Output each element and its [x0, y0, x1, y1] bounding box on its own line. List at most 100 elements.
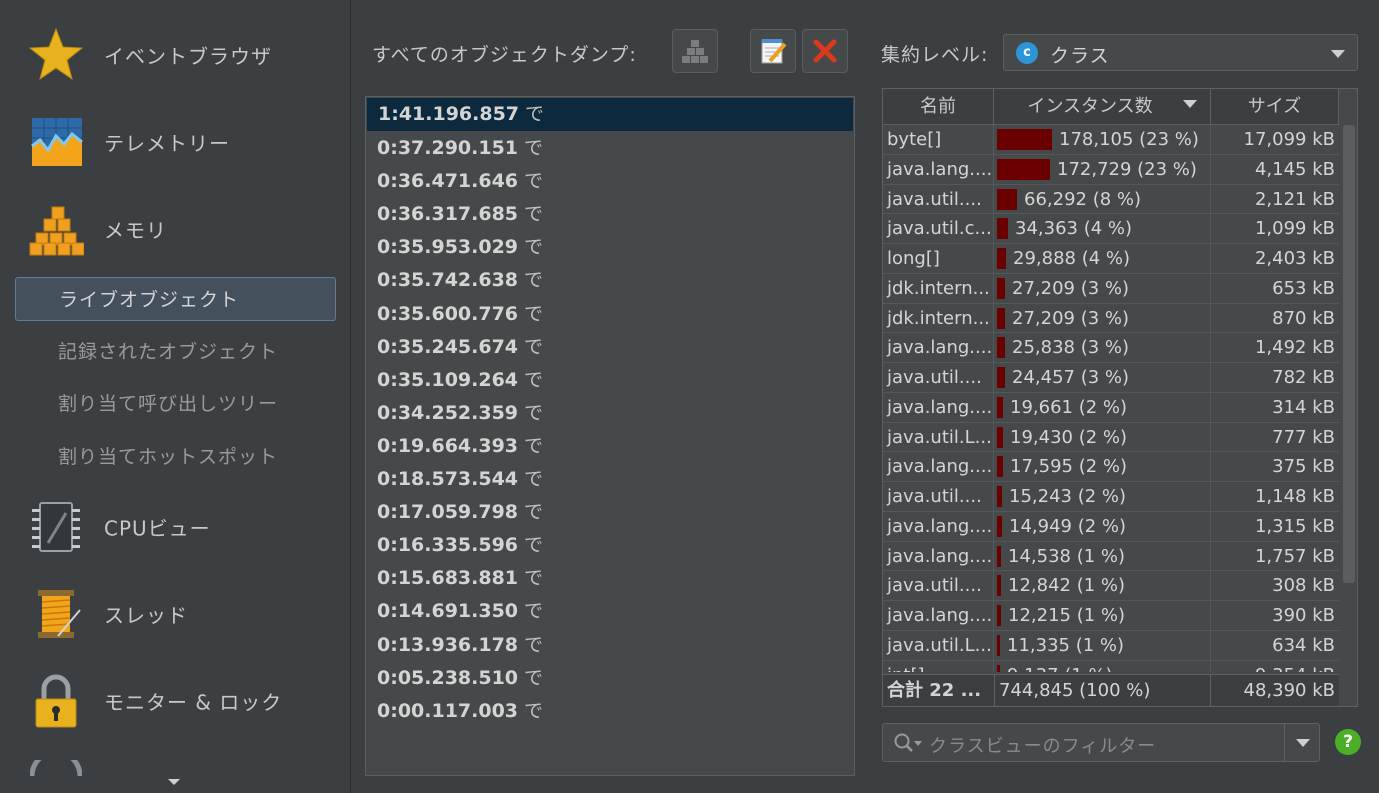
- table-row[interactable]: jdk.intern... 27,209 (3 %) 870 kB: [883, 303, 1339, 334]
- dump-list-item[interactable]: 0:35.600.776 で: [366, 298, 854, 331]
- table-body[interactable]: byte[] 178,105 (23 %) 17,099 kB java.lang..…: [883, 125, 1339, 672]
- class-name-cell: java.lang....: [883, 452, 994, 481]
- dump-list-item[interactable]: 0:35.109.264 で: [366, 364, 854, 397]
- instance-count-cell: 15,243 (2 %): [994, 482, 1211, 511]
- dump-time: 0:14.691.350: [377, 600, 519, 623]
- dump-list-item[interactable]: 1:41.196.857 で: [367, 98, 853, 132]
- scrollbar-thumb[interactable]: [1343, 125, 1355, 583]
- dump-time: 0:13.936.178: [377, 633, 519, 656]
- vertical-scrollbar[interactable]: [1341, 125, 1357, 672]
- table-row[interactable]: java.lang.... 12,215 (1 %) 390 kB: [883, 601, 1339, 631]
- dump-objects-button[interactable]: [672, 29, 718, 73]
- instance-percentage-bar: [997, 218, 1008, 240]
- dump-time: 0:36.471.646: [377, 170, 519, 193]
- sidebar-subitem-allocation-hotspots[interactable]: 割り当てホットスポット: [15, 435, 336, 479]
- instance-count-text: 17,595 (2 %): [1010, 456, 1128, 478]
- instance-percentage-bar: [997, 396, 1003, 418]
- instance-count-cell: 19,661 (2 %): [994, 392, 1211, 422]
- dump-list-item[interactable]: 0:13.936.178 で: [366, 629, 854, 662]
- column-header-size[interactable]: サイズ: [1211, 89, 1339, 125]
- dump-list-item[interactable]: 0:19.664.393 で: [366, 430, 854, 463]
- dump-list-item[interactable]: 0:14.691.350 で: [366, 595, 854, 628]
- dump-time: 0:35.600.776: [377, 302, 519, 325]
- table-row[interactable]: java.util.L... 19,430 (2 %) 777 kB: [883, 422, 1339, 453]
- dump-list-item[interactable]: 0:05.238.510 で: [366, 662, 854, 695]
- instance-count-text: 9,137 (1 %): [1007, 661, 1113, 673]
- dump-list-item[interactable]: 0:35.953.029 で: [366, 231, 854, 264]
- instance-percentage-bar: [997, 486, 1002, 507]
- sidebar-item-threads[interactable]: スレッド: [0, 574, 350, 654]
- instance-percentage-bar: [997, 426, 1003, 448]
- class-name-cell: long[]: [883, 244, 994, 273]
- dump-suffix: で: [524, 534, 544, 557]
- filter-options-dropdown[interactable]: [1284, 724, 1319, 761]
- table-row[interactable]: java.util.L... 11,335 (1 %) 634 kB: [883, 630, 1339, 661]
- sidebar-scroll-down-icon[interactable]: [168, 779, 180, 785]
- dump-time: 0:00.117.003: [377, 699, 519, 722]
- sidebar-item-event-browser[interactable]: イベントブラウザ: [0, 15, 350, 95]
- instance-percentage-bar: [997, 337, 1005, 359]
- sidebar-item-cpu-views[interactable]: CPUビュー: [0, 487, 350, 567]
- sidebar-item-memory[interactable]: メモリ: [0, 189, 350, 269]
- sidebar-subitem-recorded-objects[interactable]: 記録されたオブジェクト: [15, 330, 336, 374]
- table-row[interactable]: java.lang.... 19,661 (2 %) 314 kB: [883, 392, 1339, 423]
- table-row[interactable]: java.util.... 24,457 (3 %) 782 kB: [883, 363, 1339, 393]
- sidebar-item-monitors-locks[interactable]: モニター & ロック: [0, 661, 350, 741]
- sidebar-subitem-allocation-call-tree[interactable]: 割り当て呼び出しツリー: [15, 382, 336, 426]
- sidebar-subitem-live-objects[interactable]: ライブオブジェクト: [15, 277, 336, 321]
- delete-dump-button[interactable]: [802, 29, 848, 73]
- dump-time: 0:35.742.638: [377, 269, 519, 292]
- instance-count-cell: 12,215 (1 %): [994, 601, 1211, 630]
- table-row[interactable]: java.lang.... 172,729 (23 %) 4,145 kB: [883, 154, 1339, 185]
- class-name-cell: java.util.c...: [883, 214, 994, 243]
- table-row[interactable]: byte[] 178,105 (23 %) 17,099 kB: [883, 125, 1339, 155]
- dump-list-item[interactable]: 0:00.117.003 で: [366, 695, 854, 728]
- class-table: 名前 インスタンス数 サイズ byte[] 178,105 (23 %) 17,09…: [882, 88, 1358, 707]
- dump-suffix: で: [524, 335, 544, 358]
- dump-suffix: で: [524, 236, 544, 259]
- class-view-filter[interactable]: クラスビューのフィルター: [882, 723, 1320, 762]
- dump-list-item[interactable]: 0:17.059.798 で: [366, 496, 854, 529]
- table-row[interactable]: java.lang.... 14,538 (1 %) 1,757 kB: [883, 541, 1339, 572]
- table-row[interactable]: int[] 9,137 (1 %) 9,354 kB: [883, 660, 1339, 673]
- instance-percentage-bar: [997, 277, 1005, 299]
- table-row[interactable]: long[] 29,888 (4 %) 2,403 kB: [883, 244, 1339, 274]
- size-cell: 870 kB: [1272, 307, 1335, 329]
- table-row[interactable]: java.lang.... 14,949 (2 %) 1,315 kB: [883, 511, 1339, 542]
- dump-suffix: で: [524, 468, 544, 491]
- instance-percentage-bar: [997, 515, 1002, 537]
- dump-time: 0:17.059.798: [377, 501, 519, 524]
- instance-count-text: 34,363 (4 %): [1015, 218, 1133, 240]
- dump-list-item[interactable]: 0:18.573.544 で: [366, 463, 854, 496]
- column-header-name[interactable]: 名前: [883, 89, 994, 125]
- instance-count-text: 172,729 (23 %): [1057, 158, 1197, 180]
- dump-list-item[interactable]: 0:35.742.638 で: [366, 264, 854, 297]
- edit-dump-button[interactable]: [750, 29, 796, 73]
- dump-list-item[interactable]: 0:16.335.596 で: [366, 529, 854, 562]
- sidebar-item-telemetry[interactable]: テレメトリー: [0, 102, 350, 182]
- size-cell: 375 kB: [1272, 456, 1335, 478]
- table-row[interactable]: java.util.... 12,842 (1 %) 308 kB: [883, 571, 1339, 601]
- table-row[interactable]: java.lang.... 25,838 (3 %) 1,492 kB: [883, 333, 1339, 363]
- dump-suffix: で: [524, 434, 544, 457]
- class-name-cell: java.util....: [883, 571, 994, 600]
- dump-list-item[interactable]: 0:37.290.151 で: [366, 132, 854, 165]
- help-icon[interactable]: ?: [1335, 729, 1361, 755]
- dump-list-item[interactable]: 0:36.317.685 で: [366, 198, 854, 231]
- column-header-instances[interactable]: インスタンス数: [994, 89, 1211, 125]
- instance-count-text: 27,209 (3 %): [1012, 277, 1130, 299]
- dump-list-item[interactable]: 0:34.252.359 で: [366, 397, 854, 430]
- table-row[interactable]: java.util.... 66,292 (8 %) 2,121 kB: [883, 184, 1339, 215]
- aggregation-level-select[interactable]: c クラス: [1003, 34, 1358, 71]
- size-cell: 777 kB: [1272, 426, 1335, 448]
- table-row[interactable]: java.lang.... 17,595 (2 %) 375 kB: [883, 452, 1339, 482]
- table-row[interactable]: jdk.intern... 27,209 (3 %) 653 kB: [883, 273, 1339, 304]
- dump-list[interactable]: 1:41.196.857 で 0:37.290.151 で 0:36.471.646 で 0…: [365, 96, 855, 776]
- dump-list-item[interactable]: 0:15.683.881 で: [366, 562, 854, 595]
- search-icon: [894, 733, 922, 752]
- dump-list-item[interactable]: 0:36.471.646 で: [366, 165, 854, 198]
- dump-time: 0:35.953.029: [377, 236, 519, 259]
- dump-list-item[interactable]: 0:35.245.674 で: [366, 331, 854, 364]
- table-row[interactable]: java.util.... 15,243 (2 %) 1,148 kB: [883, 482, 1339, 512]
- table-row[interactable]: java.util.c... 34,363 (4 %) 1,099 kB: [883, 214, 1339, 244]
